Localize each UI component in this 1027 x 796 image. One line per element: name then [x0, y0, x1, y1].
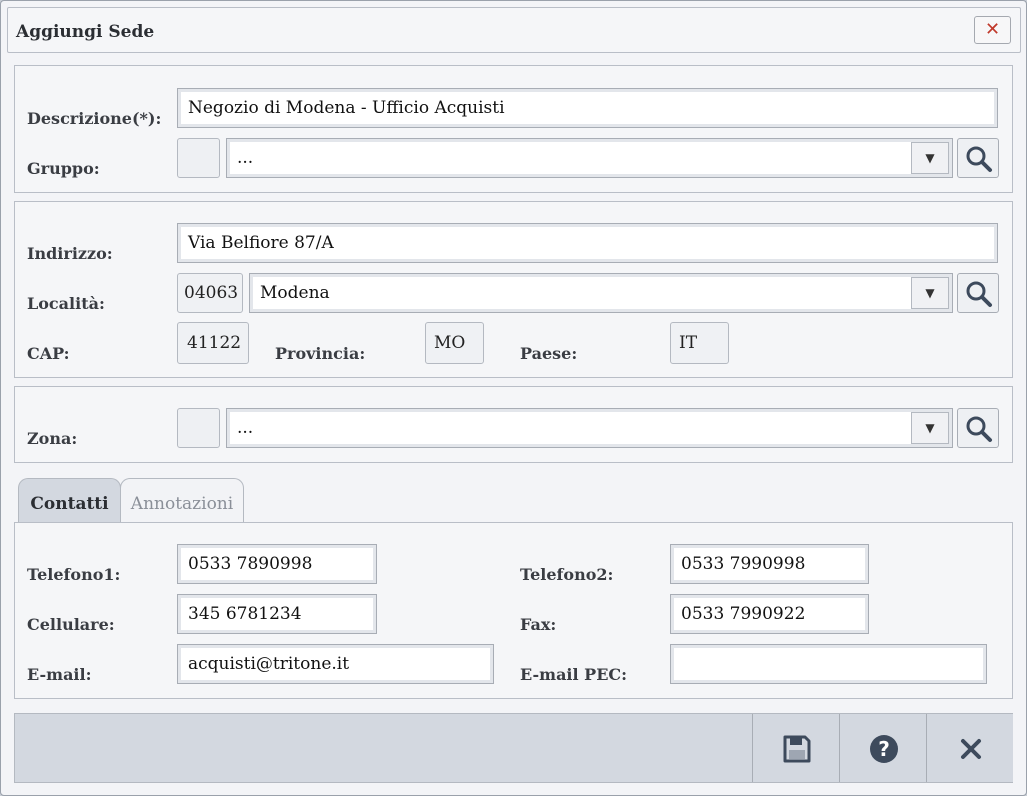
telefono2-input[interactable]: 0533 7990998	[670, 544, 869, 584]
fax-label: Fax:	[520, 615, 557, 634]
descrizione-label: Descrizione(*):	[27, 109, 162, 128]
tab-contatti[interactable]: Contatti	[18, 478, 121, 523]
gruppo-color-box[interactable]	[177, 138, 220, 178]
close-icon[interactable]: ✕	[974, 16, 1011, 44]
chevron-down-icon[interactable]: ▼	[911, 412, 949, 444]
zona-value: ...	[237, 418, 254, 438]
zona-color-box[interactable]	[177, 408, 220, 448]
localita-label: Località:	[27, 294, 105, 313]
contacts-section: Telefono1: 0533 7890998 Telefono2: 0533 …	[14, 522, 1013, 699]
zona-label: Zona:	[27, 429, 78, 448]
fax-input[interactable]: 0533 7990922	[670, 594, 869, 634]
chevron-down-icon[interactable]: ▼	[911, 277, 949, 309]
paese-label: Paese:	[520, 344, 578, 363]
telefono1-label: Telefono1:	[27, 565, 121, 584]
close-icon	[961, 739, 981, 759]
provincia-value: MO	[425, 322, 484, 364]
help-button[interactable]: ?	[839, 714, 926, 782]
search-icon	[966, 146, 992, 172]
chevron-down-icon[interactable]: ▼	[911, 142, 949, 174]
title-bar: Aggiungi Sede ✕	[7, 7, 1021, 53]
zona-combo[interactable]: ... ▼	[226, 408, 953, 448]
dialog-title: Aggiungi Sede	[16, 22, 155, 42]
search-icon	[966, 416, 992, 442]
svg-text:?: ?	[878, 737, 890, 761]
paese-value: IT	[670, 322, 729, 364]
help-icon: ?	[870, 735, 898, 763]
tab-annotazioni[interactable]: Annotazioni	[120, 478, 244, 523]
gruppo-combo[interactable]: ... ▼	[226, 138, 953, 178]
cellulare-input[interactable]: 345 6781234	[177, 594, 377, 634]
cancel-button[interactable]	[926, 714, 1013, 782]
telefono1-input[interactable]: 0533 7890998	[177, 544, 377, 584]
email-input[interactable]: acquisti@tritone.it	[177, 644, 494, 684]
provincia-label: Provincia:	[275, 344, 366, 363]
telefono2-label: Telefono2:	[520, 565, 614, 584]
descrizione-input[interactable]: Negozio di Modena - Ufficio Acquisti	[177, 88, 998, 128]
zona-search-button[interactable]	[957, 408, 999, 448]
gruppo-label: Gruppo:	[27, 159, 100, 178]
cap-label: CAP:	[27, 344, 70, 363]
pec-label: E-mail PEC:	[520, 665, 628, 684]
email-label: E-mail:	[27, 665, 92, 684]
general-section: Descrizione(*): Negozio di Modena - Uffi…	[14, 65, 1013, 193]
localita-code: 04063	[177, 273, 243, 313]
address-section: Indirizzo: Via Belfiore 87/A Località: 0…	[14, 201, 1013, 378]
gruppo-value: ...	[237, 148, 254, 168]
localita-search-button[interactable]	[957, 273, 999, 313]
dialog-window: Aggiungi Sede ✕ Descrizione(*): Negozio …	[0, 0, 1027, 796]
footer-toolbar: ?	[14, 713, 1013, 783]
localita-combo[interactable]: Modena ▼	[249, 273, 953, 313]
localita-value: Modena	[260, 283, 330, 303]
zone-section: Zona: ... ▼	[14, 386, 1013, 463]
cap-value: 41122	[177, 322, 249, 364]
indirizzo-input[interactable]: Via Belfiore 87/A	[177, 223, 998, 263]
gruppo-search-button[interactable]	[957, 138, 999, 178]
indirizzo-label: Indirizzo:	[27, 244, 113, 263]
pec-input[interactable]	[670, 644, 987, 684]
search-icon	[966, 281, 992, 307]
cellulare-label: Cellulare:	[27, 615, 115, 634]
save-icon	[783, 735, 811, 763]
save-button[interactable]	[752, 714, 839, 782]
